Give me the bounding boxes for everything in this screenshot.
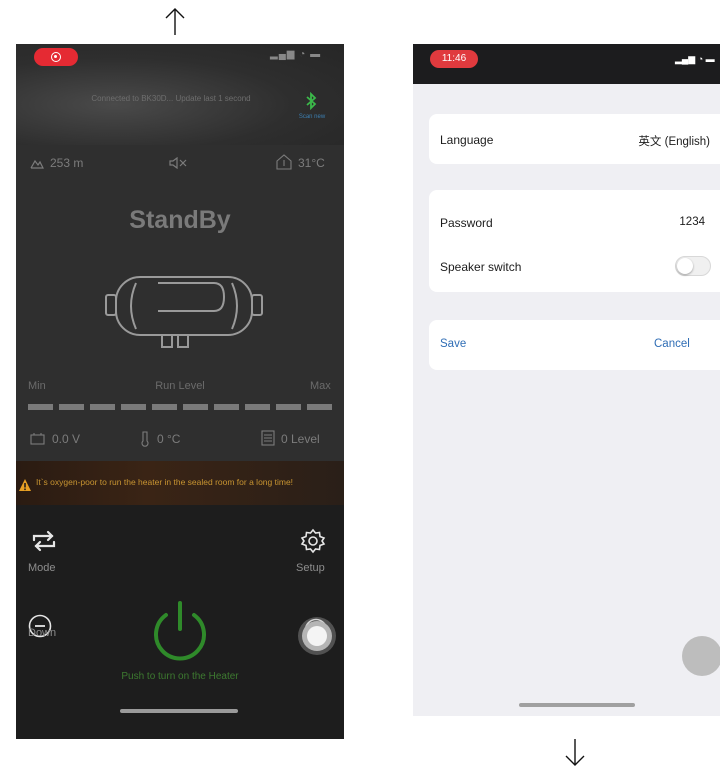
assistive-touch-button[interactable] <box>302 621 332 651</box>
scan-new-link[interactable]: Scan new <box>292 114 332 120</box>
home-indicator[interactable] <box>519 703 635 707</box>
password-value[interactable]: 1234 <box>679 216 705 228</box>
settings-screen: 11:46 ▂▄▆ ◔ ▬ Language 英文 (English) Pass… <box>413 44 720 716</box>
record-icon <box>51 52 61 62</box>
battery-icon <box>30 433 45 445</box>
level-max-label: Max <box>310 380 331 392</box>
connection-status-text: Connected to BK30D... Update last 1 seco… <box>91 94 251 103</box>
bluetooth-icon[interactable] <box>304 92 318 110</box>
run-level-segment <box>28 404 53 410</box>
arrow-up-icon <box>165 8 185 35</box>
run-level-segment <box>245 404 270 410</box>
screen-recording-indicator <box>34 48 78 66</box>
thermometer-icon <box>141 431 149 447</box>
level-icon <box>261 430 275 446</box>
outside-temp-icon <box>276 154 292 170</box>
warning-triangle-icon <box>19 479 31 491</box>
altitude-value: 253 m <box>50 156 84 170</box>
language-value[interactable]: 英文 (English) <box>638 133 710 149</box>
run-level-segment <box>121 404 146 410</box>
altitude-icon <box>30 159 44 169</box>
home-indicator[interactable] <box>120 709 238 713</box>
heater-illustration <box>105 276 263 348</box>
password-label: Password <box>440 216 493 230</box>
save-button[interactable]: Save <box>440 338 466 350</box>
heater-status-title: StandBy <box>129 206 231 234</box>
run-level-segment <box>276 404 301 410</box>
arrow-down-icon <box>565 739 585 766</box>
run-level-segment <box>152 404 177 410</box>
run-level-label: Run Level <box>155 380 205 392</box>
status-icons: ▂▄▆ ◔ ▬ <box>675 54 715 64</box>
settings-sheet <box>413 84 720 716</box>
speaker-muted-icon[interactable] <box>169 157 187 169</box>
warning-text: It`s oxygen-poor to run the heater in th… <box>36 477 294 487</box>
security-card <box>429 190 720 292</box>
swap-arrows-icon[interactable] <box>30 528 58 554</box>
heater-temp-value: 0 °C <box>157 432 181 446</box>
mode-button[interactable]: Mode <box>28 562 56 574</box>
power-icon[interactable] <box>146 599 214 667</box>
level-value: 0 Level <box>281 432 320 446</box>
assistive-touch-button[interactable] <box>682 636 720 676</box>
status-icons: ▂▄▆ ◔ ▬ <box>270 49 322 60</box>
status-time: 11:46 <box>430 50 478 68</box>
run-level-segment <box>59 404 84 410</box>
run-level-segment <box>90 404 115 410</box>
speaker-toggle[interactable] <box>675 256 711 276</box>
run-level-segment <box>307 404 332 410</box>
run-level-bar <box>28 404 332 410</box>
cancel-button[interactable]: Cancel <box>654 338 690 350</box>
heater-app-screen: ▂▄▆ ◔ ▬ Connected to BK30D... Update las… <box>16 44 344 739</box>
voltage-value: 0.0 V <box>52 432 81 446</box>
run-level-segment <box>183 404 208 410</box>
language-label: Language <box>440 133 494 147</box>
setup-button[interactable]: Setup <box>296 562 325 574</box>
gear-icon[interactable] <box>300 528 326 554</box>
down-button[interactable]: Down <box>28 627 56 639</box>
run-level-segment <box>214 404 239 410</box>
power-hint-text: Push to turn on the Heater <box>121 671 239 682</box>
speaker-switch-label: Speaker switch <box>440 260 522 274</box>
outside-temp-value: 31°C <box>298 156 325 170</box>
